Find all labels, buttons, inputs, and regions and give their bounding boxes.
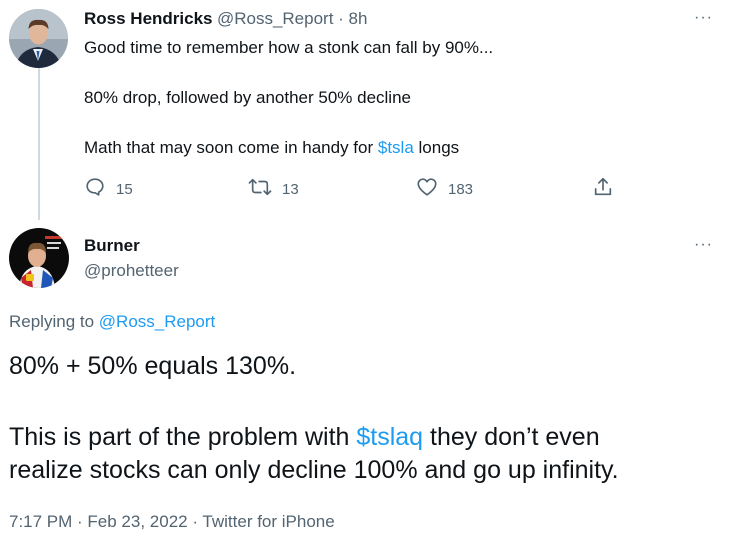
like-button[interactable]: 183 (416, 176, 473, 202)
user-handle[interactable]: @prohetteer (84, 261, 179, 281)
tweet2-text: they don’t even (423, 423, 600, 451)
separator-dot: · (333, 9, 349, 28)
tweet2-text: This is part of the problem with (9, 423, 357, 451)
display-name[interactable]: Burner (84, 236, 140, 256)
avatar-burner[interactable] (9, 228, 69, 288)
cashtag-link[interactable]: $tslaq (356, 423, 423, 451)
like-count: 183 (448, 180, 474, 198)
tweet1-text: longs (413, 138, 460, 157)
tweet2-line-3: realize stocks can only decline 100% and… (9, 456, 619, 484)
tweet1-line-3: Math that may soon come in handy for $ts… (84, 138, 459, 158)
thread-connector-line (38, 68, 40, 220)
avatar-ross-hendricks[interactable] (9, 9, 68, 68)
reply-count: 15 (116, 180, 133, 198)
tweet1-line-2: 80% drop, followed by another 50% declin… (84, 88, 411, 107)
source-label[interactable]: Twitter for iPhone (202, 512, 334, 531)
tweet2-line-2: This is part of the problem with $tslaq … (9, 421, 600, 453)
tweet1-header: Ross Hendricks @Ross_Report · 8h (84, 9, 367, 29)
replying-label: Replying to (9, 312, 99, 331)
tweet-metadata: 7:17 PM · Feb 23, 2022 · Twitter for iPh… (9, 512, 335, 532)
display-name[interactable]: Ross Hendricks (84, 9, 213, 28)
user-handle[interactable]: @Ross_Report (217, 9, 333, 28)
tweet-time[interactable]: 8h (349, 9, 368, 28)
more-icon[interactable]: ··· (694, 236, 713, 254)
replying-to: Replying to @Ross_Report (9, 312, 215, 332)
share-icon (592, 176, 614, 202)
like-icon (416, 176, 438, 202)
retweet-icon (248, 176, 272, 202)
retweet-button[interactable]: 13 (248, 176, 299, 202)
tweet2-line-1: 80% + 50% equals 130%. (9, 352, 297, 380)
share-button[interactable] (592, 176, 614, 202)
retweet-count: 13 (282, 180, 299, 198)
tweet1-line-1: Good time to remember how a stonk can fa… (84, 38, 494, 57)
cashtag-link[interactable]: $tsla (378, 138, 414, 157)
reply-icon (84, 176, 106, 202)
replying-to-link[interactable]: @Ross_Report (99, 312, 215, 331)
more-icon[interactable]: ··· (694, 9, 713, 27)
reply-button[interactable]: 15 (84, 176, 133, 202)
tweet1-text: Math that may soon come in handy for (84, 138, 378, 157)
timestamp[interactable]: 7:17 PM · Feb 23, 2022 · (9, 512, 202, 531)
